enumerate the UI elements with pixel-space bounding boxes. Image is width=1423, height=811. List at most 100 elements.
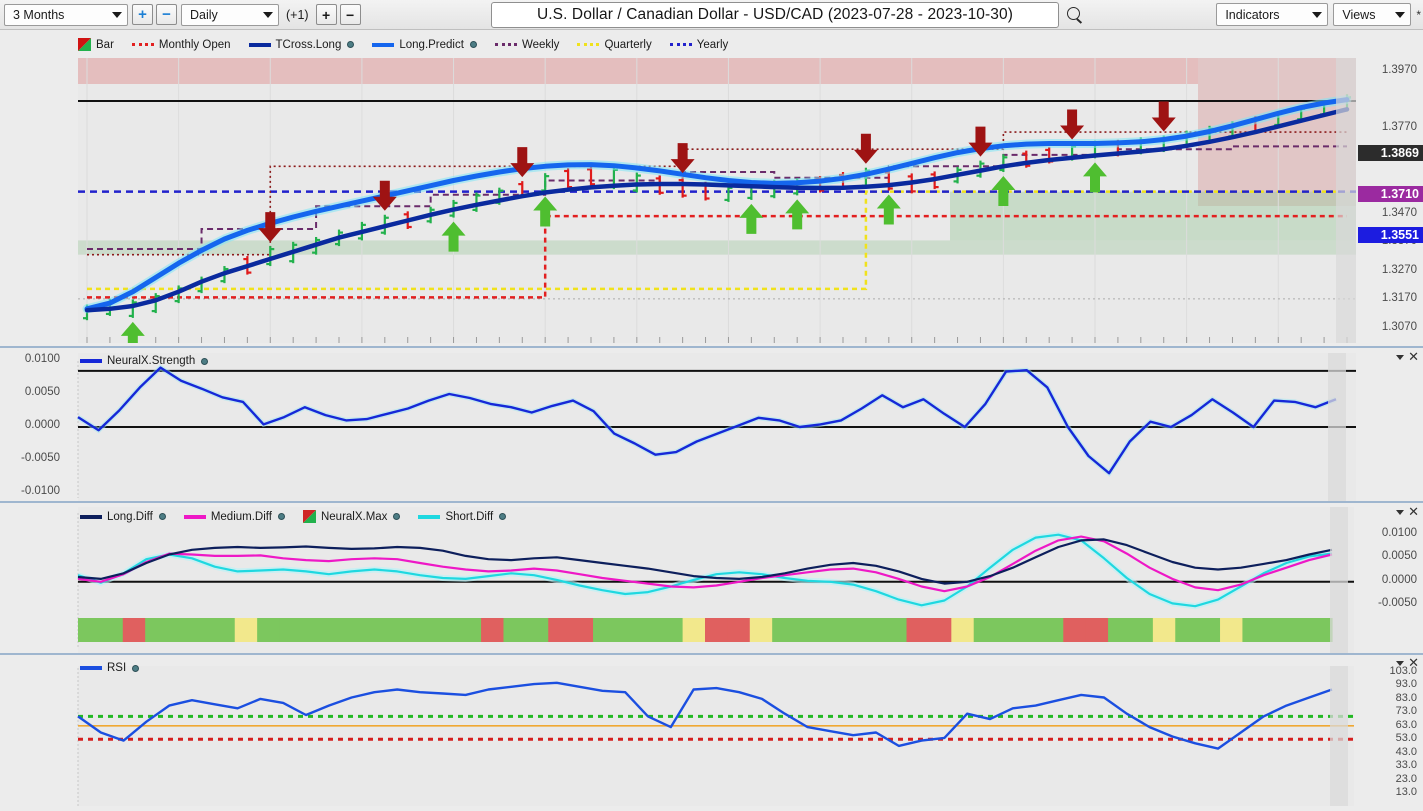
interval-select-value: Daily	[190, 7, 218, 22]
legend-item-short-diff[interactable]: Short.Diff	[418, 510, 507, 523]
chevron-down-icon[interactable]	[1396, 354, 1405, 360]
chevron-down-icon[interactable]	[1396, 509, 1405, 515]
legend-label: Weekly	[521, 38, 560, 51]
legend-item-yearly[interactable]: Yearly	[669, 38, 729, 51]
rsi-tick-label: 73.0	[1395, 705, 1417, 718]
chevron-down-icon	[263, 11, 273, 18]
legend-label: Medium.Diff	[210, 510, 272, 523]
diff-tick-label: 0.0100	[1381, 526, 1417, 539]
rsi-legend: RSI	[80, 662, 140, 674]
strength-tick-label: -0.0100	[20, 485, 60, 497]
strength-tick-label: 0.0100	[24, 353, 60, 365]
strength-tick-label: 0.0000	[24, 419, 60, 431]
diff-tick-label: 0.0050	[1381, 550, 1417, 563]
rsi-tick-label: 63.0	[1395, 718, 1417, 731]
legend-label: Long.Diff	[107, 510, 153, 523]
price-chart-legend: Bar Monthly Open TCross.Long Long.Predict We…	[78, 38, 728, 51]
legend-label: Quarterly	[604, 38, 652, 51]
legend-label: NeuralX.Max	[320, 510, 388, 523]
rsi-tick-label: 13.0	[1395, 786, 1417, 798]
legend-settings-icon[interactable]	[469, 41, 477, 48]
legend-label: NeuralX.Strength	[107, 355, 196, 367]
diff-tick-label: -0.0050	[1377, 597, 1417, 610]
legend-settings-icon[interactable]	[393, 513, 401, 520]
price-chart-canvas[interactable]	[0, 58, 1423, 343]
close-icon[interactable]: ✕	[1408, 505, 1419, 518]
legend-item-neuralx-max[interactable]: NeuralX.Max	[302, 510, 401, 523]
legend-settings-icon[interactable]	[347, 41, 355, 48]
legend-item-tcross-long[interactable]: TCross.Long	[248, 39, 355, 51]
indicators-select[interactable]: Indicators	[1216, 3, 1329, 26]
diff-axis-labels: 0.0100 0.0050 0.0000 -0.0050	[1356, 507, 1423, 655]
range-decrease-button[interactable]: −	[156, 4, 177, 25]
bar-icon	[302, 510, 316, 523]
rsi-chart-canvas[interactable]	[0, 658, 1423, 811]
legend-item-bar[interactable]: Bar	[78, 38, 114, 51]
diff-chart-canvas[interactable]	[0, 507, 1423, 655]
top-toolbar: 3 Months + − Daily (+1) + − U.S. Dollar …	[0, 0, 1423, 30]
legend-item-quarterly[interactable]: Quarterly	[577, 38, 652, 51]
diff-panel-controls: ✕	[1396, 505, 1419, 518]
chevron-down-icon	[1312, 11, 1323, 18]
strength-chart-canvas[interactable]	[0, 353, 1423, 503]
range-select-value: 3 Months	[13, 7, 65, 22]
rsi-tick-label: 83.0	[1395, 691, 1417, 704]
strength-axis-labels: 0.0100 0.0050 0.0000 -0.0050 -0.0100	[0, 353, 72, 503]
legend-settings-icon[interactable]	[158, 513, 166, 520]
price-tag-1: 1.3710	[1358, 186, 1423, 202]
legend-label: Short.Diff	[445, 510, 494, 523]
legend-swatch	[669, 43, 692, 46]
legend-swatch	[577, 43, 600, 46]
legend-label: Yearly	[696, 38, 729, 51]
views-select-value: Views	[1342, 7, 1376, 22]
views-select[interactable]: Views	[1333, 3, 1412, 26]
strength-tick-label: 0.0050	[24, 386, 60, 398]
bar-icon	[78, 38, 91, 51]
legend-settings-icon[interactable]	[132, 664, 140, 672]
legend-item-rsi[interactable]: RSI	[80, 662, 140, 674]
legend-settings-icon[interactable]	[277, 513, 285, 520]
diff-tick-label: 0.0000	[1381, 573, 1417, 586]
favorite-star-icon[interactable]: *	[1416, 8, 1421, 22]
legend-item-long-diff[interactable]: Long.Diff	[80, 511, 166, 523]
legend-item-medium-diff[interactable]: Medium.Diff	[183, 510, 285, 523]
price-tick-label: 1.3270	[1381, 263, 1417, 276]
interval-select[interactable]: Daily	[181, 3, 279, 26]
legend-label: Long.Predict	[399, 38, 464, 51]
offset-increase-button[interactable]: +	[315, 4, 337, 25]
rsi-tick-label: 93.0	[1395, 678, 1417, 691]
legend-label: Monthly Open	[158, 38, 231, 51]
symbol-title-input[interactable]: U.S. Dollar / Canadian Dollar - USD/CAD …	[491, 2, 1059, 28]
close-icon[interactable]: ✕	[1408, 350, 1419, 363]
legend-item-neuralx-strength[interactable]: NeuralX.Strength	[80, 355, 209, 367]
rsi-tick-label: 53.0	[1395, 732, 1417, 745]
legend-swatch	[131, 43, 154, 46]
legend-item-monthly-open[interactable]: Monthly Open	[131, 38, 231, 51]
close-icon[interactable]: ✕	[1408, 656, 1419, 669]
chevron-down-icon[interactable]	[1396, 660, 1405, 666]
rsi-panel: RSI ✕ 103.0 93.0 83.0 73.0 63.0 53.0 43.0 33.0 2…	[0, 653, 1423, 811]
price-tick-label: 1.3070	[1381, 320, 1417, 333]
strength-legend: NeuralX.Strength	[80, 355, 209, 367]
legend-swatch	[80, 514, 102, 519]
rsi-tick-label: 43.0	[1395, 745, 1417, 758]
rsi-tick-label: 33.0	[1395, 759, 1417, 772]
strength-panel-controls: ✕	[1396, 350, 1419, 363]
toolbar-right-group: Indicators Views *	[1216, 3, 1421, 26]
offset-decrease-button[interactable]: −	[339, 4, 361, 25]
price-tick-label: 1.3770	[1381, 121, 1417, 134]
search-icon[interactable]	[1066, 6, 1084, 24]
price-tick-label: 1.3170	[1381, 292, 1417, 305]
legend-item-weekly[interactable]: Weekly	[494, 38, 560, 51]
chevron-down-icon	[1395, 11, 1406, 18]
legend-settings-icon[interactable]	[499, 513, 507, 520]
price-axis-labels: 1.39701.37701.36701.34701.33701.32701.31…	[1356, 58, 1423, 343]
range-increase-button[interactable]: +	[132, 4, 153, 25]
neuralx-strength-panel: NeuralX.Strength ✕ 0.0100 0.0050 0.0000 -0.…	[0, 346, 1423, 503]
legend-settings-icon[interactable]	[201, 357, 209, 365]
price-chart-panel: Bar Monthly Open TCross.Long Long.Predict We…	[0, 30, 1423, 362]
diff-legend: Long.Diff Medium.Diff NeuralX.Max Short.Dif…	[80, 510, 507, 523]
legend-swatch	[494, 43, 517, 46]
legend-item-long-predict[interactable]: Long.Predict	[372, 39, 477, 51]
range-select[interactable]: 3 Months	[4, 3, 128, 26]
